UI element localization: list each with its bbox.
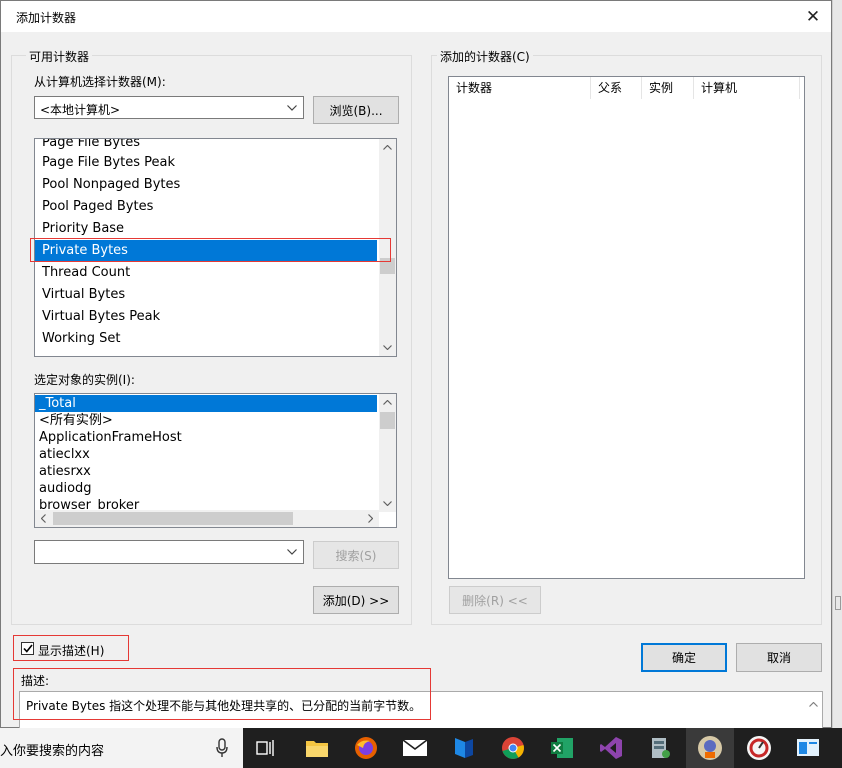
scroll-up-icon[interactable] (379, 139, 396, 156)
available-counters-legend: 可用计数器 (26, 48, 93, 65)
column-header-parent[interactable]: 父系 (591, 77, 642, 99)
add-counters-dialog: 添加计数器 ✕ 可用计数器 从计算机选择计数器(M): <本地计算机> 浏览(B… (0, 0, 832, 729)
chevron-down-icon (284, 542, 300, 561)
cancel-button[interactable]: 取消 (736, 643, 822, 672)
visual-studio-icon[interactable] (597, 734, 625, 762)
counter-item[interactable]: Virtual Bytes (35, 284, 375, 306)
instances-list-hscrollbar[interactable] (35, 510, 379, 527)
taskbar-search-placeholder: 入你要搜索的内容 (0, 744, 105, 759)
instance-item[interactable]: atieclxx (35, 446, 377, 463)
file-explorer-icon[interactable] (303, 734, 331, 762)
counter-item[interactable]: Working Set (35, 328, 375, 350)
counter-item[interactable]: Virtual Bytes Peak (35, 306, 375, 328)
instances-label: 选定对象的实例(I): (34, 373, 135, 387)
column-header-counter[interactable]: 计数器 (449, 77, 591, 99)
remote-desktop-icon[interactable] (794, 734, 822, 762)
counter-item[interactable]: Pool Paged Bytes (35, 196, 375, 218)
task-view-icon[interactable] (252, 734, 280, 762)
instance-item[interactable]: ApplicationFrameHost (35, 429, 377, 446)
dialog-title: 添加计数器 (16, 11, 77, 25)
dynamics-app-icon[interactable] (450, 734, 478, 762)
firefox-icon[interactable] (352, 734, 380, 762)
annotation-description (13, 668, 431, 720)
counter-item[interactable]: Page File Bytes Peak (35, 152, 375, 174)
search-button[interactable]: 搜索(S) (313, 541, 399, 569)
taskbar-search-box[interactable]: 入你要搜索的内容 (0, 728, 243, 768)
added-counters-list[interactable]: 计数器 父系 实例 计算机 (448, 76, 805, 579)
counter-item[interactable]: Pool Nonpaged Bytes (35, 174, 375, 196)
added-counters-header: 计数器 父系 实例 计算机 (449, 77, 804, 99)
scroll-down-icon[interactable] (379, 495, 396, 512)
column-header-instance[interactable]: 实例 (642, 77, 694, 99)
search-combo[interactable] (34, 540, 304, 564)
instance-item[interactable]: atiesrxx (35, 463, 377, 480)
counter-item[interactable]: Priority Base (35, 218, 375, 240)
remove-button[interactable]: 删除(R) << (449, 586, 541, 614)
server-manager-icon[interactable] (646, 734, 674, 762)
browse-button[interactable]: 浏览(B)... (313, 96, 399, 124)
background-window-mark (835, 596, 841, 610)
instances-list-hscroll-thumb[interactable] (53, 512, 293, 525)
excel-icon[interactable] (548, 734, 576, 762)
scroll-up-icon[interactable] (379, 394, 396, 411)
chrome-icon[interactable] (499, 734, 527, 762)
scroll-right-icon[interactable] (362, 510, 379, 527)
annotation-show-description (13, 635, 129, 661)
background-window-edge (832, 0, 842, 728)
instances-list-scroll-thumb[interactable] (380, 412, 395, 429)
added-counters-legend: 添加的计数器(C) (437, 48, 533, 65)
microphone-icon[interactable] (215, 736, 229, 760)
instances-list-scrollbar[interactable] (379, 394, 396, 512)
scroll-left-icon[interactable] (35, 510, 52, 527)
instance-item[interactable]: <所有实例> (35, 412, 377, 429)
chevron-down-icon (284, 98, 300, 117)
annotation-private-bytes (30, 238, 391, 262)
instances-list[interactable]: _Total <所有实例> ApplicationFrameHost atieclxx… (34, 393, 397, 528)
performance-monitor-icon[interactable] (696, 734, 724, 762)
computer-select[interactable]: <本地计算机> (34, 96, 304, 119)
ok-button[interactable]: 确定 (641, 643, 727, 672)
add-button[interactable]: 添加(D) >> (313, 586, 399, 614)
computer-select-value: <本地计算机> (40, 103, 121, 117)
close-icon: ✕ (805, 6, 821, 27)
instance-item[interactable]: _Total (35, 395, 377, 412)
resource-monitor-icon[interactable] (745, 734, 773, 762)
column-header-computer[interactable]: 计算机 (694, 77, 800, 99)
counter-item[interactable]: Thread Count (35, 262, 375, 284)
select-from-computer-label: 从计算机选择计数器(M): (34, 75, 166, 89)
close-button[interactable]: ✕ (795, 1, 831, 32)
description-scroll-up-icon[interactable] (809, 696, 818, 707)
mail-icon[interactable] (401, 734, 429, 762)
taskbar: 入你要搜索的内容 (0, 728, 842, 768)
scroll-down-icon[interactable] (379, 339, 396, 356)
title-bar[interactable]: 添加计数器 ✕ (1, 1, 831, 32)
instance-item[interactable]: audiodg (35, 480, 377, 497)
